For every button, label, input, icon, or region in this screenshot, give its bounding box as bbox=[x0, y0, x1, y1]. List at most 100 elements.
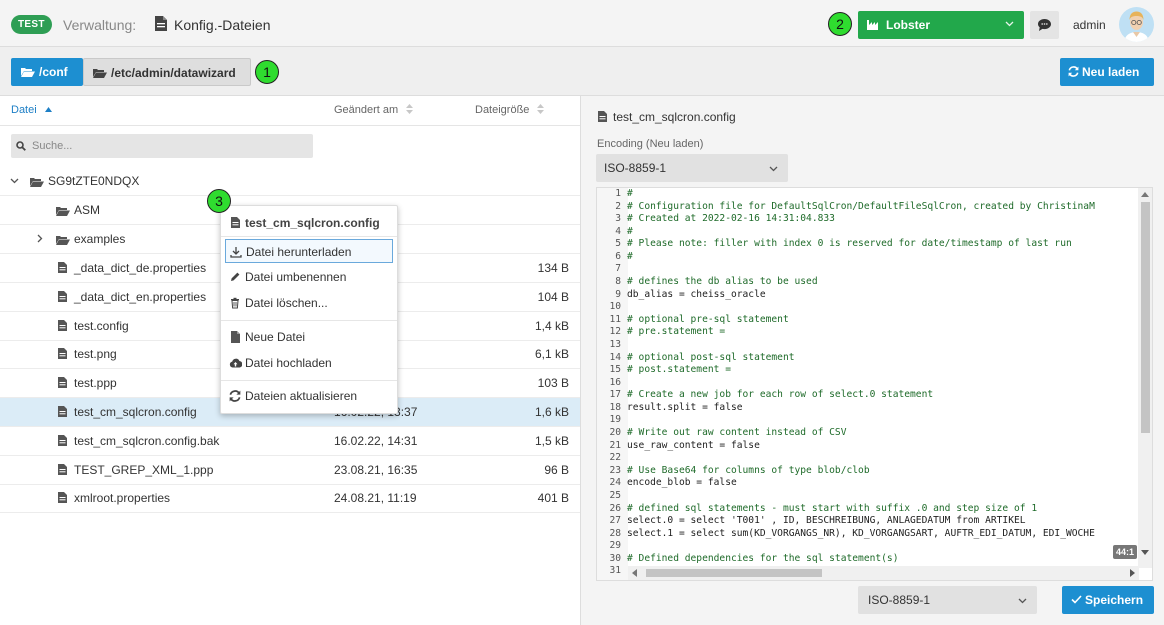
file-name: TEST_GREP_XML_1.ppp bbox=[74, 462, 214, 477]
refresh-icon bbox=[229, 390, 241, 402]
menu-item-refresh[interactable]: Dateien aktualisieren bbox=[225, 384, 393, 408]
file-name: _data_dict_de.properties bbox=[74, 261, 207, 275]
line-number: 16 bbox=[609, 376, 621, 388]
horizontal-scroll-thumb[interactable] bbox=[646, 569, 822, 577]
code-line: 30 # Defined dependencies for the sql sta… bbox=[597, 553, 898, 566]
column-header-name[interactable]: Datei bbox=[11, 96, 52, 125]
cursor-position-badge: 44:1 bbox=[1112, 545, 1137, 559]
encoding-select-value: ISO-8859-1 bbox=[604, 161, 667, 175]
path-folder-label: /etc/admin/datawizard bbox=[111, 66, 236, 80]
code-text: # Configuration file for DefaultSqlCron/… bbox=[627, 200, 1095, 212]
scroll-up-icon bbox=[1141, 192, 1149, 197]
line-number: 1 bbox=[615, 188, 621, 199]
code-editor[interactable]: 1 #2 # Configuration file for DefaultSqlCr… bbox=[596, 187, 1153, 581]
code-line: 10 bbox=[597, 301, 627, 314]
file-row[interactable]: test_cm_sqlcron.config.bak 16.02.22, 14:3… bbox=[0, 427, 580, 456]
menu-item-new-file[interactable]: Neue Datei bbox=[225, 325, 393, 349]
chevron-down-icon bbox=[1005, 21, 1014, 27]
sort-asc-icon bbox=[44, 106, 52, 112]
column-header-size[interactable]: Dateigröße bbox=[475, 96, 545, 125]
save-encoding-select[interactable]: ISO-8859-1 bbox=[858, 586, 1037, 614]
code-text: # Defined dependencies for the sql state… bbox=[627, 552, 899, 564]
column-header-date-label: Geändert am bbox=[334, 104, 399, 116]
user-name[interactable]: admin bbox=[1073, 18, 1106, 32]
chevron-down-icon[interactable] bbox=[10, 178, 19, 184]
menu-item-delete[interactable]: Datei löschen... bbox=[225, 291, 393, 315]
path-folder-button[interactable]: /etc/admin/datawizard bbox=[83, 58, 251, 86]
file-icon bbox=[231, 331, 240, 343]
line-number: 6 bbox=[615, 250, 621, 262]
encoding-label: Encoding (Neu laden) bbox=[597, 138, 704, 150]
file-name: test.config bbox=[74, 318, 129, 333]
code-line: 24 encode_blob = false bbox=[597, 477, 736, 490]
code-line: 16 bbox=[597, 377, 627, 390]
line-number: 23 bbox=[609, 464, 621, 476]
file-modified-date: 24.08.21, 11:19 bbox=[334, 491, 417, 506]
file-name: test.png bbox=[74, 347, 117, 362]
line-number: 30 bbox=[609, 552, 621, 564]
code-text: # Create a new job for each row of selec… bbox=[627, 389, 934, 401]
encoding-select[interactable]: ISO-8859-1 bbox=[596, 154, 788, 182]
code-line: 15 # post.statement = bbox=[597, 364, 731, 377]
line-number: 22 bbox=[609, 452, 621, 464]
tenant-select-label: Lobster bbox=[886, 18, 931, 32]
file-size: 134 B bbox=[537, 261, 569, 275]
file-icon bbox=[58, 406, 67, 417]
line-number: 21 bbox=[609, 439, 621, 451]
code-line: 31 bbox=[597, 565, 627, 578]
code-line: 28 select.1 = select sum(KD_VORGANGS_NR),… bbox=[597, 528, 1094, 541]
file-row[interactable]: xmlroot.properties 24.08.21, 11:19 401 B bbox=[0, 484, 580, 514]
code-line: 5 # Please note: filler with index 0 is r… bbox=[597, 238, 1072, 251]
code-line: 20 # Write out raw content instead of CSV bbox=[597, 427, 846, 440]
search-input[interactable] bbox=[30, 137, 300, 155]
check-icon bbox=[1071, 595, 1082, 604]
code-text: db_alias = cheiss_oracle bbox=[627, 288, 766, 300]
code-line: 27 select.0 = select 'T001' , ID, BESCHRE… bbox=[597, 515, 1025, 528]
chevron-right-icon[interactable] bbox=[37, 234, 43, 243]
column-header-date[interactable]: Geändert am bbox=[334, 96, 414, 125]
code-line: 25 bbox=[597, 490, 627, 503]
file-icon bbox=[58, 348, 67, 360]
column-header-name-label: Datei bbox=[11, 104, 37, 116]
vertical-scroll-thumb[interactable] bbox=[1141, 202, 1150, 433]
file-context-menu: test_cm_sqlcron.config Datei herunterlad… bbox=[220, 205, 398, 414]
line-number: 3 bbox=[615, 213, 621, 225]
code-line: 18 result.split = false bbox=[597, 402, 742, 415]
pencil-icon bbox=[231, 272, 240, 281]
menu-item-upload[interactable]: Datei hochladen bbox=[225, 351, 393, 375]
code-line: 11 # optional pre-sql statement bbox=[597, 314, 788, 327]
chevron-down-icon bbox=[769, 166, 778, 172]
folder-row-root[interactable]: SG9tZTE0NDQX bbox=[0, 167, 580, 196]
file-modified-date: 23.08.21, 16:35 bbox=[334, 462, 418, 477]
code-line: 3 # Created at 2022-02-16 14:31:04.833 bbox=[597, 213, 835, 226]
menu-item-rename[interactable]: Datei umbenennen bbox=[225, 265, 393, 289]
code-line: 21 use_raw_content = false bbox=[597, 439, 759, 453]
messages-button[interactable] bbox=[1030, 11, 1059, 39]
file-icon bbox=[58, 492, 67, 504]
path-toolbar: /conf /etc/admin/datawizard 1 Neu laden bbox=[0, 47, 1164, 96]
code-text: # bbox=[627, 250, 633, 262]
save-button[interactable]: Speichern bbox=[1062, 586, 1154, 614]
reload-button[interactable]: Neu laden bbox=[1060, 58, 1154, 86]
line-number: 31 bbox=[609, 565, 621, 577]
menu-item-label: Datei löschen... bbox=[245, 296, 328, 310]
tenant-select[interactable]: Lobster bbox=[858, 11, 1024, 39]
vertical-scrollbar[interactable] bbox=[1138, 188, 1152, 568]
conf-folder-button[interactable]: /conf bbox=[11, 58, 83, 86]
code-text: # defined sql statements - must start wi… bbox=[627, 502, 1038, 514]
line-number: 17 bbox=[609, 389, 621, 401]
menu-item-download[interactable]: Datei herunterladen bbox=[225, 239, 393, 263]
folder-open-icon bbox=[30, 177, 44, 187]
code-text: # bbox=[627, 188, 633, 199]
file-icon bbox=[231, 217, 240, 229]
code-line: 8 # defines the db alias to be used bbox=[597, 276, 817, 289]
avatar[interactable] bbox=[1119, 7, 1154, 42]
line-number: 10 bbox=[609, 301, 621, 313]
file-row[interactable]: TEST_GREP_XML_1.ppp 23.08.21, 16:35 96 B bbox=[0, 456, 580, 485]
line-number: 20 bbox=[609, 427, 621, 439]
horizontal-scrollbar[interactable] bbox=[628, 566, 1139, 580]
column-header-size-label: Dateigröße bbox=[475, 104, 530, 116]
line-number: 19 bbox=[609, 414, 621, 426]
file-icon bbox=[58, 290, 67, 302]
file-size: 96 B bbox=[544, 462, 569, 477]
